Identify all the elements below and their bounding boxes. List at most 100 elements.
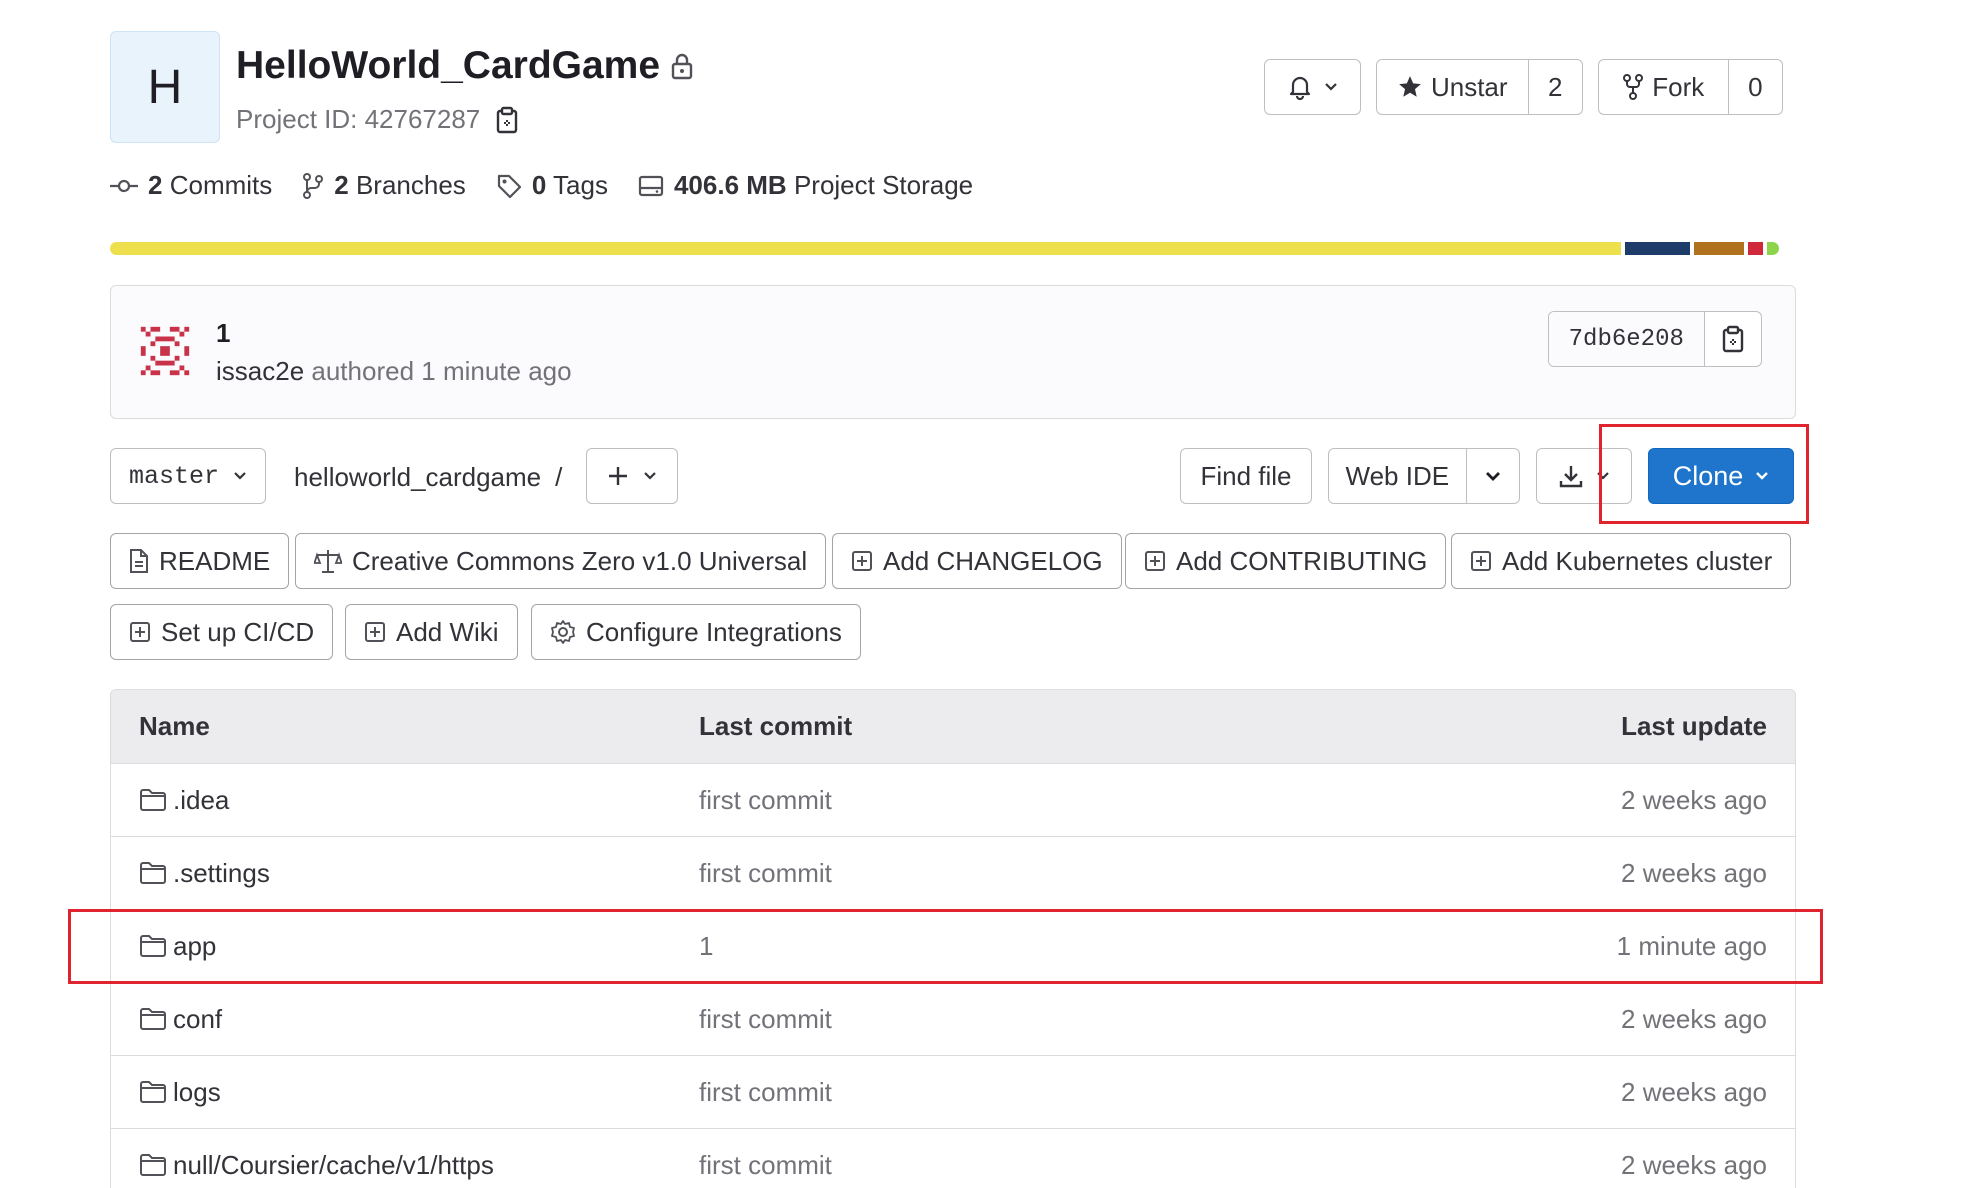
breadcrumb-repo[interactable]: helloworld_cardgame — [294, 462, 541, 493]
chevron-down-icon — [1485, 471, 1501, 482]
language-segment[interactable] — [1694, 242, 1744, 255]
row-commit[interactable]: first commit — [699, 785, 832, 816]
gear-icon — [550, 619, 576, 645]
add-to-tree-dropdown[interactable] — [586, 448, 678, 504]
branch-icon — [302, 172, 324, 199]
highlight-clone — [1599, 424, 1809, 524]
language-segment[interactable] — [1748, 242, 1763, 255]
setup-cicd-label: Set up CI/CD — [161, 616, 315, 647]
add-wiki-link[interactable]: Add Wiki — [345, 604, 518, 660]
chevron-down-icon — [233, 471, 247, 481]
row-update: 2 weeks ago — [1621, 1076, 1767, 1107]
commit-sha[interactable]: 7db6e208 — [1549, 312, 1704, 366]
branch-name: master — [128, 461, 219, 491]
row-commit[interactable]: first commit — [699, 1004, 832, 1035]
folder-icon — [139, 1080, 167, 1104]
tags-label: Tags — [553, 170, 608, 200]
row-name[interactable]: null/Coursier/cache/v1/https — [173, 1150, 494, 1181]
table-row[interactable]: conf first commit 2 weeks ago — [111, 983, 1795, 1056]
setup-cicd-link[interactable]: Set up CI/CD — [110, 604, 334, 660]
last-commit-panel — [110, 285, 1796, 419]
branch-selector[interactable]: master — [110, 448, 266, 504]
commit-sha-group: 7db6e208 — [1548, 311, 1762, 367]
tags-link[interactable]: 0 Tags — [496, 170, 608, 201]
language-segment[interactable] — [110, 242, 1621, 255]
add-kubernetes-link[interactable]: Add Kubernetes cluster — [1451, 533, 1792, 589]
bell-icon — [1288, 74, 1312, 100]
commit-time: authored 1 minute ago — [311, 356, 572, 386]
project-avatar: H — [110, 31, 220, 143]
copy-sha-button[interactable] — [1703, 312, 1761, 366]
fork-button[interactable]: Fork — [1599, 60, 1728, 114]
row-update: 2 weeks ago — [1621, 1003, 1767, 1034]
breadcrumb: helloworld_cardgame / — [294, 462, 562, 493]
copy-icon — [1722, 325, 1744, 353]
project-avatar-letter: H — [147, 60, 183, 114]
star-icon — [1397, 74, 1423, 100]
plus-square-icon — [851, 550, 873, 572]
row-name[interactable]: .idea — [173, 785, 229, 816]
row-commit[interactable]: first commit — [699, 858, 832, 889]
unstar-label: Unstar — [1430, 71, 1508, 102]
tag-icon — [496, 173, 522, 199]
table-row[interactable]: null/Coursier/cache/v1/https first commi… — [111, 1129, 1795, 1188]
readme-label: README — [159, 545, 271, 576]
header-last-update: Last update — [1621, 711, 1767, 741]
table-row[interactable]: .idea first commit 2 weeks ago — [111, 764, 1795, 837]
web-ide-button[interactable]: Web IDE — [1329, 449, 1466, 503]
row-update: 2 weeks ago — [1621, 784, 1767, 815]
branches-link[interactable]: 2 Branches — [302, 170, 466, 201]
find-file-button[interactable]: Find file — [1180, 448, 1312, 504]
storage-size: 406.6 MB — [673, 170, 787, 200]
star-count[interactable]: 2 — [1527, 60, 1582, 114]
language-segment[interactable] — [1625, 242, 1690, 255]
add-contributing-link[interactable]: Add CONTRIBUTING — [1125, 533, 1447, 589]
folder-icon — [139, 788, 167, 812]
author-avatar[interactable] — [136, 322, 194, 380]
copy-icon[interactable] — [496, 106, 518, 134]
row-name[interactable]: .settings — [173, 858, 270, 889]
folder-icon — [139, 1153, 167, 1177]
web-ide-dropdown[interactable] — [1465, 449, 1519, 503]
project-id: Project ID: 42767287 — [236, 104, 518, 135]
table-header: Name Last commit Last update — [111, 690, 1795, 764]
unstar-button[interactable]: Unstar — [1377, 60, 1528, 114]
plus-icon — [607, 465, 629, 487]
tags-count: 0 — [531, 170, 547, 200]
table-row[interactable]: logs first commit 2 weeks ago — [111, 1056, 1795, 1129]
storage-link[interactable]: 406.6 MB Project Storage — [638, 170, 973, 201]
add-kubernetes-label: Add Kubernetes cluster — [1502, 545, 1773, 576]
fork-icon — [1622, 73, 1644, 101]
web-ide-group: Web IDE — [1328, 448, 1520, 504]
project-name[interactable]: HelloWorld_CardGame — [236, 44, 660, 88]
row-name[interactable]: conf — [173, 1004, 222, 1035]
row-update: 2 weeks ago — [1621, 857, 1767, 888]
notification-dropdown[interactable] — [1264, 59, 1361, 115]
add-changelog-label: Add CHANGELOG — [883, 545, 1103, 576]
scale-icon — [314, 548, 342, 574]
project-id-label: Project ID: 42767287 — [236, 104, 481, 134]
download-icon — [1558, 463, 1584, 489]
commit-author[interactable]: issac2e — [216, 356, 304, 386]
folder-icon — [139, 1007, 167, 1031]
license-link[interactable]: Creative Commons Zero v1.0 Universal — [295, 533, 827, 589]
add-changelog-link[interactable]: Add CHANGELOG — [832, 533, 1122, 589]
plus-square-icon — [129, 621, 151, 643]
language-segment[interactable] — [1767, 242, 1779, 255]
commits-count: 2 — [148, 170, 163, 200]
fork-count[interactable]: 0 — [1727, 60, 1782, 114]
table-row[interactable]: .settings first commit 2 weeks ago — [111, 837, 1795, 910]
disk-icon — [638, 174, 664, 198]
row-name[interactable]: logs — [173, 1077, 221, 1108]
row-commit[interactable]: first commit — [699, 1150, 832, 1181]
configure-integrations-link[interactable]: Configure Integrations — [531, 604, 861, 660]
readme-link[interactable]: README — [110, 533, 290, 589]
commits-link[interactable]: 2 Commits — [110, 170, 272, 201]
add-contributing-label: Add CONTRIBUTING — [1176, 545, 1428, 576]
commit-title[interactable]: 1 — [216, 318, 230, 349]
row-commit[interactable]: first commit — [699, 1077, 832, 1108]
project-title: HelloWorld_CardGame — [236, 44, 694, 88]
add-wiki-label: Add Wiki — [396, 616, 499, 647]
repository-languages-bar[interactable] — [110, 242, 1796, 255]
commit-meta: issac2e authored 1 minute ago — [216, 356, 572, 387]
